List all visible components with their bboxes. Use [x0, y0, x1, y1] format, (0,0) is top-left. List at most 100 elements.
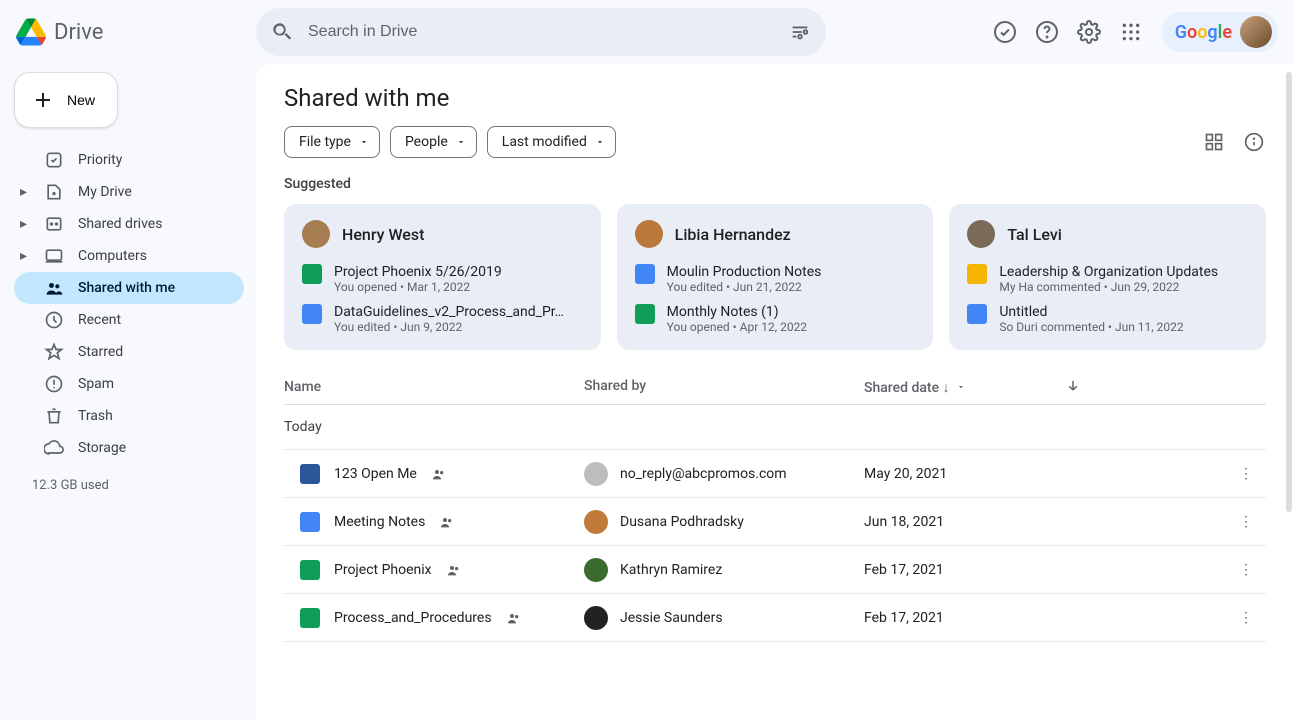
- user-avatar[interactable]: [1240, 16, 1272, 48]
- file-title: Monthly Notes (1): [667, 304, 807, 320]
- filter-row: File type People Last modified: [284, 126, 1266, 158]
- file-subtitle: So Duri commented • Jun 11, 2022: [999, 320, 1183, 334]
- help-icon[interactable]: [1035, 20, 1059, 44]
- scrollbar[interactable]: [1286, 72, 1292, 512]
- shared-date: Feb 17, 2021: [864, 562, 1064, 578]
- layout-grid-icon[interactable]: [1202, 130, 1226, 154]
- sidebar-item-starred[interactable]: ▸Starred: [14, 336, 244, 368]
- search-input[interactable]: [308, 23, 774, 41]
- chevron-right-icon: ▸: [20, 216, 30, 232]
- person-name: Henry West: [342, 225, 424, 244]
- filter-chip-people[interactable]: People: [390, 126, 477, 158]
- docs-icon: [635, 264, 655, 284]
- more-actions-button[interactable]: ⋮: [1226, 610, 1266, 626]
- apps-grid-icon[interactable]: [1119, 20, 1143, 44]
- chevron-down-icon: [359, 137, 369, 147]
- file-row[interactable]: Project PhoenixKathryn RamirezFeb 17, 20…: [284, 546, 1266, 594]
- settings-gear-icon[interactable]: [1077, 20, 1101, 44]
- more-actions-button[interactable]: ⋮: [1226, 466, 1266, 482]
- account-chip[interactable]: Google: [1161, 12, 1278, 52]
- suggested-card[interactable]: Libia Hernandez Moulin Production NotesYo…: [617, 204, 934, 350]
- person-name: Libia Hernandez: [675, 225, 791, 244]
- plus-icon: [31, 88, 55, 112]
- shared-icon: [439, 514, 455, 530]
- suggested-file[interactable]: Leadership & Organization UpdatesMy Ha c…: [967, 264, 1248, 294]
- more-actions-button[interactable]: ⋮: [1226, 514, 1266, 530]
- docs-icon: [300, 512, 320, 532]
- shareddrives-icon: [44, 214, 64, 234]
- filter-chip-last-modified[interactable]: Last modified: [487, 126, 616, 158]
- col-shared-by: Shared by: [584, 378, 864, 396]
- file-title: Project Phoenix 5/26/2019: [334, 264, 502, 280]
- more-actions-button[interactable]: ⋮: [1226, 562, 1266, 578]
- file-title: Untitled: [999, 304, 1183, 320]
- file-row[interactable]: 123 Open Meno_reply@abcpromos.comMay 20,…: [284, 450, 1266, 498]
- docs-icon: [302, 304, 322, 324]
- file-subtitle: You opened • Apr 12, 2022: [667, 320, 807, 334]
- storage-icon: [44, 438, 64, 458]
- sidebar-item-spam[interactable]: ▸Spam: [14, 368, 244, 400]
- computers-icon: [44, 246, 64, 266]
- sharer-name: Dusana Podhradsky: [620, 514, 744, 530]
- brand-name: Drive: [54, 20, 103, 45]
- filter-chip-label: File type: [299, 134, 351, 150]
- group-today: Today: [284, 405, 1266, 450]
- suggested-card[interactable]: Tal Levi Leadership & Organization Update…: [949, 204, 1266, 350]
- sheets-icon: [300, 608, 320, 628]
- sidebar-item-computers[interactable]: ▸ Computers: [14, 240, 244, 272]
- file-subtitle: You edited • Jun 9, 2022: [334, 320, 564, 334]
- file-row[interactable]: Process_and_ProceduresJessie SaundersFeb…: [284, 594, 1266, 642]
- col-name[interactable]: Name: [284, 378, 584, 396]
- chevron-right-icon: ▸: [20, 248, 30, 264]
- search-options-icon[interactable]: [788, 20, 812, 44]
- shared-icon: [446, 562, 462, 578]
- file-subtitle: My Ha commented • Jun 29, 2022: [999, 280, 1218, 294]
- page-title: Shared with me: [284, 84, 1266, 112]
- sidebar-item-shareddrives[interactable]: ▸ Shared drives: [14, 208, 244, 240]
- sidebar-item-label: Shared with me: [78, 280, 175, 296]
- suggested-file[interactable]: Monthly Notes (1)You opened • Apr 12, 20…: [635, 304, 916, 334]
- col-sort-arrow[interactable]: [1064, 378, 1226, 396]
- slides-icon: [967, 264, 987, 284]
- file-row[interactable]: Meeting NotesDusana PodhradskyJun 18, 20…: [284, 498, 1266, 546]
- sidebar-item-label: Shared drives: [78, 216, 162, 232]
- suggested-file[interactable]: DataGuidelines_v2_Process_and_Pr…You edi…: [302, 304, 583, 334]
- filter-chip-file-type[interactable]: File type: [284, 126, 380, 158]
- search-icon[interactable]: [270, 20, 294, 44]
- brand[interactable]: Drive: [16, 18, 256, 46]
- file-name: Process_and_Procedures: [334, 610, 492, 626]
- filter-chip-label: People: [405, 134, 448, 150]
- suggested-file[interactable]: UntitledSo Duri commented • Jun 11, 2022: [967, 304, 1248, 334]
- sidebar-item-mydrive[interactable]: ▸My Drive: [14, 176, 244, 208]
- list-header: Name Shared by Shared date ↓: [284, 370, 1266, 405]
- chevron-right-icon: ▸: [20, 184, 30, 200]
- suggested-file[interactable]: Project Phoenix 5/26/2019You opened • Ma…: [302, 264, 583, 294]
- col-shared-date[interactable]: Shared date ↓: [864, 378, 1064, 396]
- suggested-file[interactable]: Moulin Production NotesYou edited • Jun …: [635, 264, 916, 294]
- sidebar-item-priority[interactable]: ▸Priority: [14, 144, 244, 176]
- suggested-card[interactable]: Henry West Project Phoenix 5/26/2019You o…: [284, 204, 601, 350]
- offline-ready-icon[interactable]: [993, 20, 1017, 44]
- suggested-label: Suggested: [284, 176, 1266, 192]
- app-header: Drive Google: [0, 0, 1294, 64]
- shared-icon: [431, 466, 447, 482]
- drive-logo-icon: [16, 18, 46, 46]
- sidebar-item-label: Computers: [78, 248, 147, 264]
- person-name: Tal Levi: [1007, 225, 1062, 244]
- arrow-down-icon: [1064, 378, 1082, 396]
- sidebar-item-shared[interactable]: ▸Shared with me: [14, 272, 244, 304]
- docs-icon: [967, 304, 987, 324]
- sharer-name: Kathryn Ramirez: [620, 562, 722, 578]
- sidebar-item-recent[interactable]: ▸Recent: [14, 304, 244, 336]
- new-button[interactable]: New: [14, 72, 118, 128]
- person-avatar: [302, 220, 330, 248]
- sharer-avatar: [584, 510, 608, 534]
- sheets-icon: [635, 304, 655, 324]
- info-icon[interactable]: [1242, 130, 1266, 154]
- sidebar-item-trash[interactable]: ▸Trash: [14, 400, 244, 432]
- sidebar-item-storage[interactable]: ▸Storage: [14, 432, 244, 464]
- mydrive-icon: [44, 182, 64, 202]
- sidebar-item-label: Trash: [78, 408, 113, 424]
- sharer-name: no_reply@abcpromos.com: [620, 466, 787, 482]
- search-bar[interactable]: [256, 8, 826, 56]
